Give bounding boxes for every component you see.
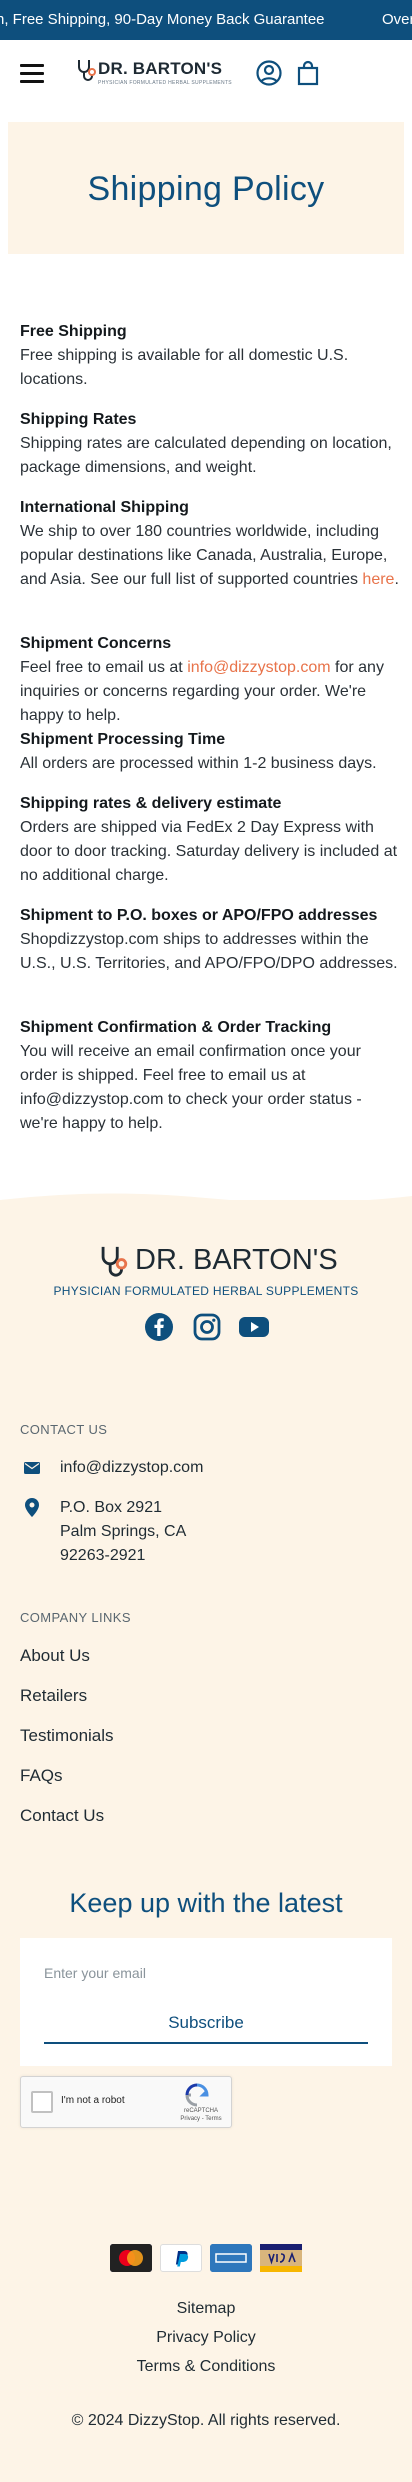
newsletter-form: Subscribe <box>20 1938 392 2066</box>
site-header: DR. BARTON'S PHYSICIAN FORMULATED HERBAL… <box>0 40 412 110</box>
subscribe-button[interactable]: Subscribe <box>44 2004 368 2044</box>
newsletter-email-input[interactable] <box>44 1956 368 1990</box>
footer-link-testimonials[interactable]: Testimonials <box>20 1726 114 1746</box>
section-heading: Shipping Rates <box>20 411 137 428</box>
policy-international: International Shipping We ship to over 1… <box>20 496 400 592</box>
email-link[interactable]: info@dizzystop.com <box>187 659 330 676</box>
account-icon[interactable] <box>256 60 282 86</box>
footer-link-privacy-policy[interactable]: Privacy Policy <box>0 2329 412 2347</box>
footer-address: P.O. Box 2921 Palm Springs, CA 92263-292… <box>60 1496 186 1568</box>
site-footer: DR. BARTON'S PHYSICIAN FORMULATED HERBAL… <box>0 1193 412 2482</box>
recaptcha-widget: I'm not a robot reCAPTCHA Privacy - Term… <box>20 2076 232 2128</box>
cart-icon[interactable] <box>296 60 320 86</box>
section-body: Feel free to email us at <box>20 659 188 676</box>
section-body: We ship to over 180 countries worldwide,… <box>20 523 388 588</box>
contact-heading: CONTACT US <box>20 1422 108 1437</box>
visa-icon <box>260 2244 302 2272</box>
recaptcha-terms[interactable]: Privacy - Terms <box>177 2115 225 2123</box>
recaptcha-icon <box>185 2083 209 2107</box>
announcement-text-next: Over <box>382 11 412 28</box>
footer-wave <box>0 1193 412 1212</box>
policy-free-shipping: Free Shipping Free shipping is available… <box>20 320 400 392</box>
footer-link-about-us[interactable]: About Us <box>20 1646 90 1666</box>
section-heading: Shipment Confirmation & Order Tracking <box>20 1019 332 1036</box>
section-body: Shopdizzystop.com ships to addresses wit… <box>20 931 398 972</box>
recaptcha-label: I'm not a robot <box>61 2095 125 2106</box>
american-express-icon <box>210 2244 252 2272</box>
newsletter-title: Keep up with the latest <box>69 1888 343 1918</box>
section-body-tail: . <box>394 571 399 588</box>
footer-brand-name: DR. BARTON'S <box>135 1244 338 1276</box>
email-icon <box>24 1462 40 1474</box>
page-title: Shipping Policy <box>87 170 325 208</box>
address-line: 92263-2921 <box>60 1547 146 1564</box>
mastercard-icon <box>110 2244 152 2272</box>
section-heading: International Shipping <box>20 499 189 516</box>
policy-shipping-rates: Shipping Rates Shipping rates are calcul… <box>20 408 400 480</box>
footer-email[interactable]: info@dizzystop.com <box>60 1456 203 1480</box>
address-line: P.O. Box 2921 <box>60 1499 162 1516</box>
policy-confirmation: Shipment Confirmation & Order Tracking Y… <box>20 1016 400 1136</box>
brand-name: DR. BARTON'S <box>98 59 223 78</box>
instagram-icon[interactable] <box>192 1312 222 1342</box>
recaptcha-checkbox[interactable] <box>31 2091 53 2113</box>
footer-link-sitemap[interactable]: Sitemap <box>0 2300 412 2318</box>
stethoscope-icon <box>101 1246 128 1277</box>
section-body: All orders are processed within 1-2 busi… <box>20 755 377 772</box>
recaptcha-brand: reCAPTCHA Privacy - Terms <box>177 2107 225 2123</box>
section-body: Free shipping is available for all domes… <box>20 347 349 388</box>
section-body: Orders are shipped via FedEx 2 Day Expre… <box>20 819 398 884</box>
footer-link-terms[interactable]: Terms & Conditions <box>0 2358 412 2376</box>
footer-link-retailers[interactable]: Retailers <box>20 1686 87 1706</box>
youtube-icon[interactable] <box>238 1312 270 1342</box>
brand-tagline: PHYSICIAN FORMULATED HERBAL SUPPLEMENTS <box>98 80 232 86</box>
countries-link[interactable]: here <box>362 571 394 588</box>
section-heading: Shipment to P.O. boxes or APO/FPO addres… <box>20 907 378 924</box>
section-heading: Shipping rates & delivery estimate <box>20 795 282 812</box>
facebook-icon[interactable] <box>144 1312 174 1342</box>
policy-delivery-estimate: Shipping rates & delivery estimate Order… <box>20 792 400 888</box>
page-hero: Shipping Policy <box>8 122 404 254</box>
location-pin-icon <box>25 1498 39 1517</box>
policy-concerns: Shipment Concerns Feel free to email us … <box>20 632 400 728</box>
footer-brand-tagline: PHYSICIAN FORMULATED HERBAL SUPPLEMENTS <box>53 1284 359 1298</box>
section-heading: Shipment Concerns <box>20 635 172 652</box>
policy-po-boxes: Shipment to P.O. boxes or APO/FPO addres… <box>20 904 400 976</box>
section-heading: Free Shipping <box>20 323 127 340</box>
announcement-bar: n, Free Shipping, 90-Day Money Back Guar… <box>0 0 412 40</box>
policy-processing-time: Shipment Processing Time All orders are … <box>20 728 400 776</box>
section-body: You will receive an email confirmation o… <box>20 1043 362 1132</box>
announcement-text: n, Free Shipping, 90-Day Money Back Guar… <box>0 11 325 28</box>
address-line: Palm Springs, CA <box>60 1523 187 1540</box>
copyright: © 2024 DizzyStop. All rights reserved. <box>71 2412 341 2429</box>
section-heading: Shipment Processing Time <box>20 731 226 748</box>
section-body: Shipping rates are calculated depending … <box>20 435 392 476</box>
menu-icon[interactable] <box>20 64 44 83</box>
company-links-heading: COMPANY LINKS <box>20 1610 131 1625</box>
footer-link-contact-us[interactable]: Contact Us <box>20 1806 104 1826</box>
stethoscope-icon <box>78 60 96 81</box>
footer-link-faqs[interactable]: FAQs <box>20 1766 63 1786</box>
recaptcha-brand-text: reCAPTCHA <box>183 2108 218 2114</box>
paypal-icon <box>160 2244 202 2272</box>
